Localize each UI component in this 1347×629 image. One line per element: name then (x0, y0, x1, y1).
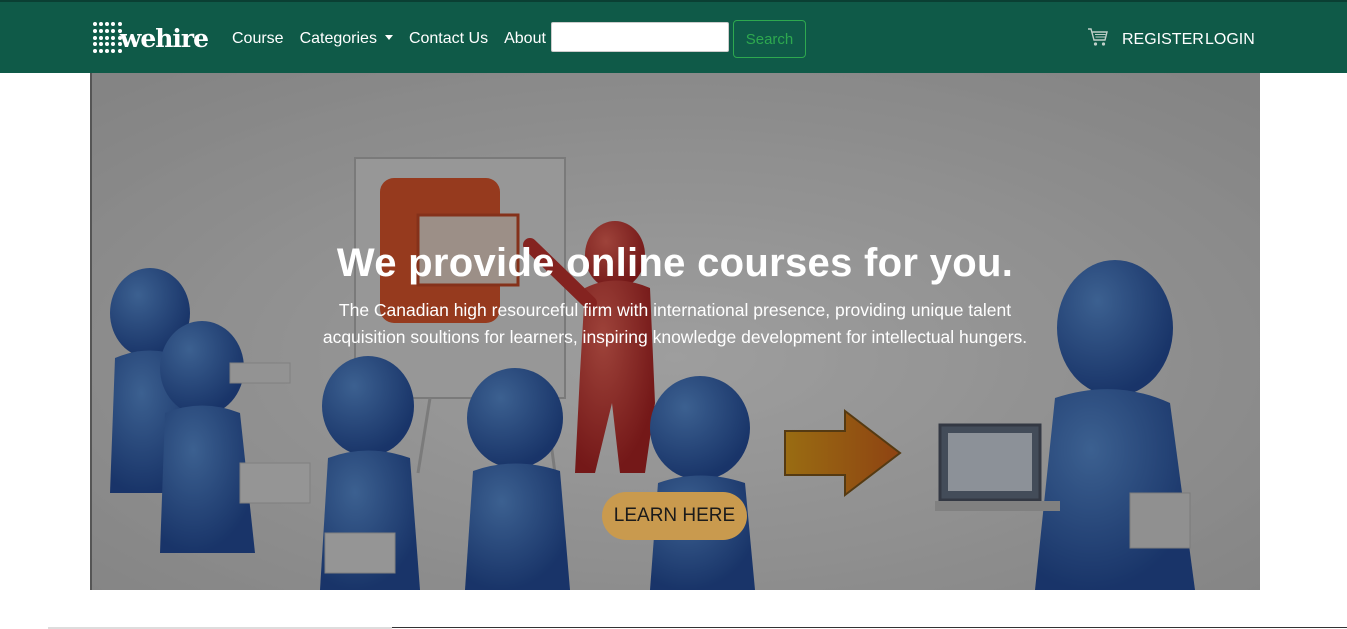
hero-edge (90, 73, 92, 590)
hero-description: The Canadian high resourceful firm with … (322, 300, 1028, 347)
search-input[interactable] (551, 22, 729, 52)
nav-link-about[interactable]: About (504, 30, 546, 48)
register-link[interactable]: REGISTER (1122, 31, 1204, 49)
cart-icon[interactable] (1087, 26, 1109, 48)
login-link[interactable]: LOGIN (1205, 31, 1255, 49)
search-button[interactable]: Search (733, 20, 806, 58)
hero-banner: We provide online courses for you. The C… (90, 73, 1260, 590)
learn-here-button[interactable]: LEARN HERE (602, 492, 747, 540)
logo[interactable]: wehire (93, 20, 209, 56)
hero-title: We provide online courses for you. (336, 241, 1014, 285)
nav-link-categories-label: Categories (299, 30, 377, 47)
nav-link-categories[interactable]: Categories (300, 30, 393, 48)
logo-text: wehire (119, 23, 209, 53)
divider (392, 627, 1347, 628)
logo-dots-icon (93, 22, 122, 54)
caret-down-icon (384, 35, 393, 40)
navbar: wehire Course Categories Contact Us Abou… (0, 0, 1347, 73)
nav-link-contact-us[interactable]: Contact Us (409, 30, 488, 48)
nav-link-course[interactable]: Course (232, 30, 284, 48)
nav-links: Course Categories Contact Us About (232, 30, 546, 48)
